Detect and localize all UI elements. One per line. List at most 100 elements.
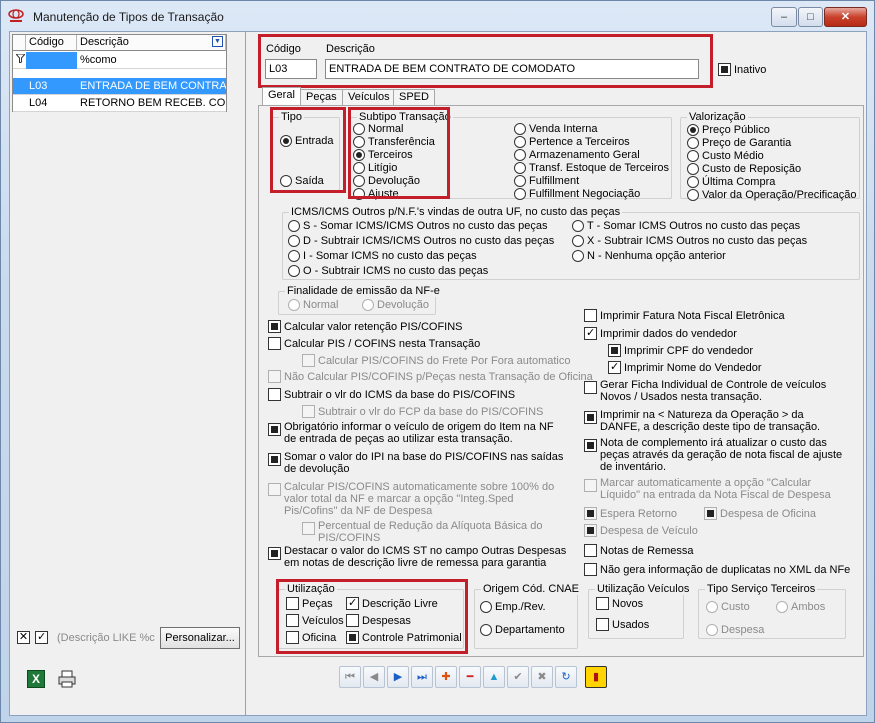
obrigatorio-checkbox[interactable]: Obrigatório informar o veículo de origem…: [268, 421, 568, 445]
tab-sped[interactable]: SPED: [393, 89, 435, 105]
nao-gera-duplicatas-checkbox[interactable]: Não gera informação de duplicatas no XML…: [584, 563, 850, 576]
subtipo-armazenamento-radio[interactable]: Armazenamento Geral: [514, 149, 640, 161]
destacar-icms-checkbox[interactable]: Destacar o valor do ICMS ST no campo Out…: [268, 545, 568, 569]
inativo-checkbox[interactable]: Inativo: [718, 63, 766, 76]
valorizacao-custo-medio-radio[interactable]: Custo Médio: [687, 150, 764, 162]
calc-pis-auto-checkbox[interactable]: Calcular PIS/COFINS automaticamente sobr…: [268, 481, 564, 517]
checkbox-indicator: [302, 405, 315, 418]
tab-veiculos[interactable]: Veículos: [342, 89, 396, 105]
espera-retorno-checkbox[interactable]: Espera Retorno: [584, 507, 677, 520]
next-record-button[interactable]: ▶: [387, 666, 409, 688]
somar-ipi-checkbox[interactable]: Somar o valor do IPI na base do PIS/COFI…: [268, 451, 568, 475]
icms-x-radio[interactable]: X - Subtrair ICMS Outros no custo das pe…: [572, 235, 807, 247]
checkbox-indicator: [268, 423, 281, 436]
filter-cell-codigo[interactable]: [26, 52, 77, 69]
export-excel-icon[interactable]: X: [27, 670, 45, 688]
confirm-button[interactable]: ✔: [507, 666, 529, 688]
filter-dropdown-icon[interactable]: ▼: [212, 36, 223, 47]
util-veiculos-usados-checkbox[interactable]: Usados: [596, 618, 649, 631]
exit-button[interactable]: ▮: [585, 666, 607, 688]
radio-label: Custo: [721, 601, 750, 613]
valorizacao-ultima-compra-radio[interactable]: Última Compra: [687, 176, 775, 188]
subtipo-venda-interna-radio[interactable]: Venda Interna: [514, 123, 598, 135]
percentual-reducao-checkbox[interactable]: Percentual de Redução da Alíquota Básica…: [302, 520, 552, 544]
subtipo-pertence-terceiros-radio[interactable]: Pertence a Terceiros: [514, 136, 630, 148]
checkbox-label: Usados: [612, 618, 650, 631]
valorizacao-preco-garantia-radio[interactable]: Preço de Garantia: [687, 137, 791, 149]
origem-emp-rev-radio[interactable]: Emp./Rev.: [480, 601, 546, 613]
despesa-oficina-checkbox[interactable]: Despesa de Oficina: [704, 507, 816, 520]
icms-o-radio[interactable]: O - Subtrair ICMS no custo das peças: [288, 265, 488, 277]
finalidade-devolucao-radio[interactable]: Devolução: [362, 299, 429, 311]
origem-departamento-radio[interactable]: Departamento: [480, 624, 565, 636]
minimize-button[interactable]: –: [771, 7, 797, 27]
despesa-veiculo-checkbox[interactable]: Despesa de Veículo: [584, 524, 698, 537]
refresh-button[interactable]: ↻: [555, 666, 577, 688]
valorizacao-valor-operacao-radio[interactable]: Valor da Operação/Precificação: [687, 189, 857, 201]
subtipo-fulfillment-radio[interactable]: Fulfillment: [514, 175, 579, 187]
last-record-button[interactable]: ⏭: [411, 666, 433, 688]
checkbox-label: Espera Retorno: [600, 507, 678, 520]
checkbox-indicator: [268, 483, 281, 496]
subtipo-fulfillment-neg-radio[interactable]: Fulfillment Negociação: [514, 188, 640, 200]
subtrair-fcp-checkbox[interactable]: Subtrair o vlr do FCP da base do PIS/COF…: [302, 405, 543, 418]
checkbox-label: Novos: [612, 597, 644, 610]
edit-record-button[interactable]: ▲: [483, 666, 505, 688]
notas-remessa-checkbox[interactable]: Notas de Remessa: [584, 544, 694, 557]
imprimir-vendedor-checkbox[interactable]: Imprimir dados do vendedor: [584, 326, 737, 340]
prev-record-button[interactable]: ◀: [363, 666, 385, 688]
util-veiculos-novos-checkbox[interactable]: Novos: [596, 597, 643, 610]
cell-descricao: ENTRADA DE BEM CONTRATO: [80, 80, 226, 92]
print-icon[interactable]: [58, 670, 76, 688]
calc-pis-frete-checkbox[interactable]: Calcular PIS/COFINS do Frete Por Fora au…: [302, 354, 570, 367]
title-bar[interactable]: Manutenção de Tipos de Transação – □ ✕: [1, 1, 874, 31]
calc-ret-pis-checkbox[interactable]: Calcular valor retenção PIS/COFINS: [268, 320, 463, 333]
tipo-servico-ambos-radio[interactable]: Ambos: [776, 601, 825, 613]
checkbox-label: Notas de Remessa: [600, 544, 694, 557]
icms-i-radio[interactable]: I - Somar ICMS no custo das peças: [288, 250, 477, 262]
column-header-descricao[interactable]: Descrição ▼: [77, 35, 226, 51]
close-button[interactable]: ✕: [824, 7, 867, 27]
tab-geral[interactable]: Geral: [262, 87, 301, 106]
tipo-servico-despesa-radio[interactable]: Despesa: [706, 624, 764, 636]
nota-complemento-checkbox[interactable]: Nota de complemento irá atualizar o cust…: [584, 437, 846, 473]
icms-t-radio[interactable]: T - Somar ICMS Outros no custo das peças: [572, 220, 800, 232]
table-row[interactable]: L03 ENTRADA DE BEM CONTRATO: [13, 78, 226, 95]
finalidade-normal-radio[interactable]: Normal: [288, 299, 338, 311]
imprimir-fatura-checkbox[interactable]: Imprimir Fatura Nota Fiscal Eletrônica: [584, 309, 785, 322]
nao-calc-pis-checkbox[interactable]: Não Calcular PIS/COFINS p/Peças nesta Tr…: [268, 370, 593, 383]
imprimir-natureza-checkbox[interactable]: Imprimir na < Natureza da Operação > da …: [584, 409, 846, 433]
subtipo-transf-estoque-radio[interactable]: Transf. Estoque de Terceiros: [514, 162, 669, 174]
delete-record-button[interactable]: ━: [459, 666, 481, 688]
cancel-button[interactable]: ✖: [531, 666, 553, 688]
marcar-auto-checkbox[interactable]: Marcar automaticamente a opção "Calcular…: [584, 477, 854, 501]
valorizacao-custo-reposicao-radio[interactable]: Custo de Reposição: [687, 163, 801, 175]
filter-cell-descricao[interactable]: %como: [77, 52, 226, 69]
records-grid[interactable]: Código Descrição ▼ %como L03 ENTRADA DE B…: [12, 34, 227, 112]
checkbox-label: Marcar automaticamente a opção "Calcular…: [600, 477, 831, 501]
filter-active-checkbox[interactable]: [35, 630, 48, 644]
customize-button[interactable]: Personalizar...: [160, 627, 240, 649]
icms-n-radio[interactable]: N - Nenhuma opção anterior: [572, 250, 726, 262]
add-record-button[interactable]: ✚: [435, 666, 457, 688]
column-header-codigo[interactable]: Código: [26, 35, 77, 51]
imprimir-nome-checkbox[interactable]: Imprimir Nome do Vendedor: [608, 360, 762, 374]
icms-s-radio[interactable]: S - Somar ICMS/ICMS Outros no custo das …: [288, 220, 548, 232]
imprimir-cpf-checkbox[interactable]: Imprimir CPF do vendedor: [608, 344, 753, 357]
subtrair-icms-checkbox[interactable]: Subtrair o vlr do ICMS da base do PIS/CO…: [268, 388, 515, 401]
checkbox-label: Calcular PIS/COFINS do Frete Por Fora au…: [318, 354, 571, 367]
table-row[interactable]: L04 RETORNO BEM RECEB. CONTR: [13, 95, 226, 112]
window-title: Manutenção de Tipos de Transação: [33, 10, 224, 24]
first-record-button[interactable]: ⏮: [339, 666, 361, 688]
tab-pecas[interactable]: Peças: [300, 89, 343, 105]
valorizacao-preco-publico-radio[interactable]: Preço Público: [687, 124, 770, 136]
filter-row[interactable]: %como: [13, 52, 226, 69]
calc-pis-nesta-checkbox[interactable]: Calcular PIS / COFINS nesta Transação: [268, 337, 480, 350]
icms-d-radio[interactable]: D - Subtrair ICMS/ICMS Outros no custo d…: [288, 235, 554, 247]
checkbox-label: Destacar o valor do ICMS ST no campo Out…: [284, 545, 567, 569]
maximize-button[interactable]: □: [798, 7, 823, 27]
tipo-servico-custo-radio[interactable]: Custo: [706, 601, 750, 613]
gerar-ficha-checkbox[interactable]: Gerar Ficha Individual de Controle de ve…: [584, 379, 846, 403]
clear-filter-icon[interactable]: ✕: [17, 631, 30, 644]
radio-indicator: [572, 250, 584, 262]
